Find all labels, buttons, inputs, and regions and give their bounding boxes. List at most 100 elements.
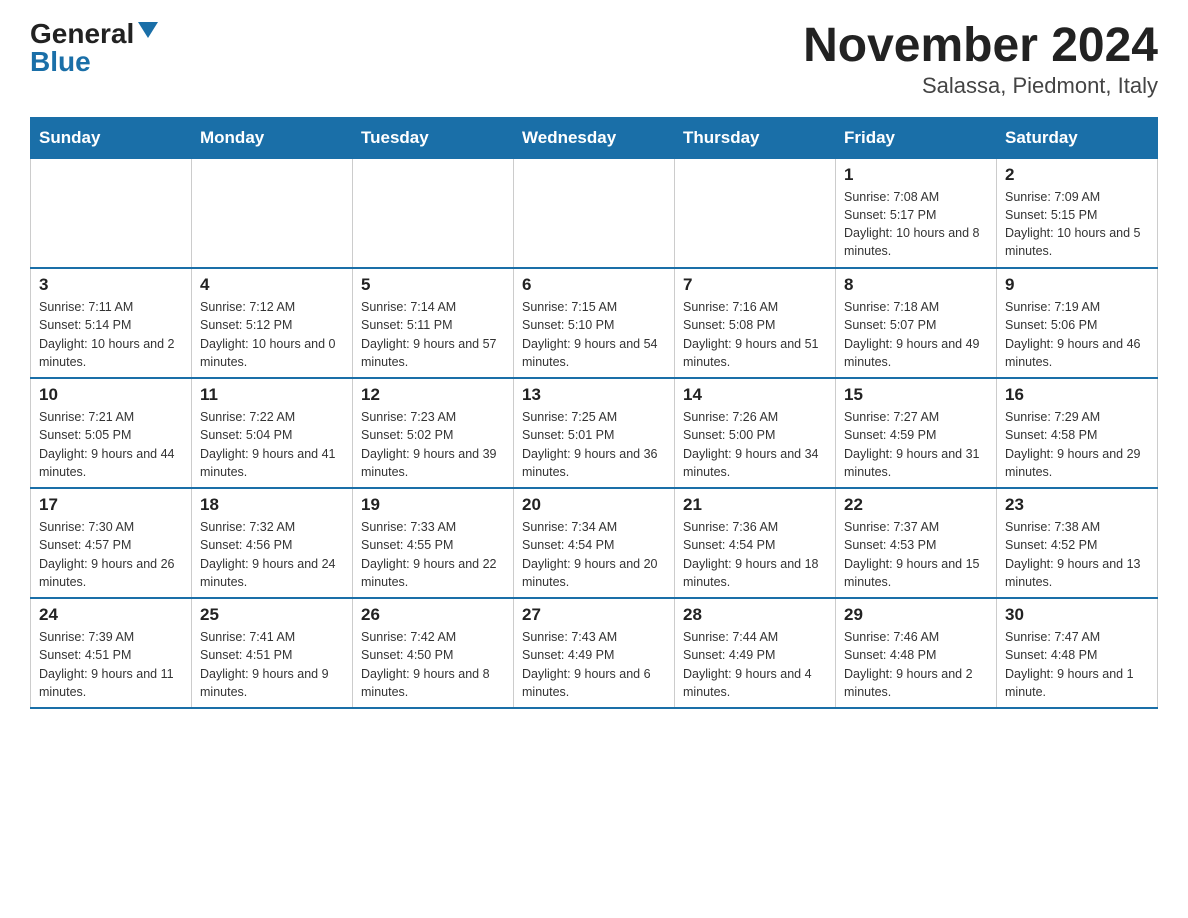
day-info: Sunrise: 7:16 AM Sunset: 5:08 PM Dayligh… (683, 298, 827, 371)
day-info: Sunrise: 7:30 AM Sunset: 4:57 PM Dayligh… (39, 518, 183, 591)
day-number: 6 (522, 275, 666, 295)
day-number: 12 (361, 385, 505, 405)
calendar-title-block: November 2024 Salassa, Piedmont, Italy (803, 20, 1158, 99)
calendar-cell: 17 Sunrise: 7:30 AM Sunset: 4:57 PM Dayli… (31, 488, 192, 598)
calendar-cell: 8 Sunrise: 7:18 AM Sunset: 5:07 PM Daylig… (836, 268, 997, 378)
calendar-cell: 7Sunrise: 7:16 AM Sunset: 5:08 PM Daylig… (675, 268, 836, 378)
day-number: 20 (522, 495, 666, 515)
calendar-cell: 14Sunrise: 7:26 AM Sunset: 5:00 PM Dayli… (675, 378, 836, 488)
calendar-cell: 26 Sunrise: 7:42 AM Sunset: 4:50 PM Dayli… (353, 598, 514, 708)
calendar-cell (675, 158, 836, 268)
day-info: Sunrise: 7:33 AM Sunset: 4:55 PM Dayligh… (361, 518, 505, 591)
calendar-table: SundayMondayTuesdayWednesdayThursdayFrid… (30, 117, 1158, 710)
day-number: 13 (522, 385, 666, 405)
page-header: General Blue November 2024 Salassa, Pied… (30, 20, 1158, 99)
day-number: 8 (844, 275, 988, 295)
day-number: 16 (1005, 385, 1149, 405)
calendar-cell: 28 Sunrise: 7:44 AM Sunset: 4:49 PM Dayli… (675, 598, 836, 708)
day-info: Sunrise: 7:12 AM Sunset: 5:12 PM Dayligh… (200, 298, 344, 371)
calendar-cell: 13 Sunrise: 7:25 AM Sunset: 5:01 PM Dayli… (514, 378, 675, 488)
calendar-cell: 4 Sunrise: 7:12 AM Sunset: 5:12 PM Daylig… (192, 268, 353, 378)
day-number: 14 (683, 385, 827, 405)
day-number: 3 (39, 275, 183, 295)
logo-blue-text: Blue (30, 48, 91, 76)
day-info: Sunrise: 7:15 AM Sunset: 5:10 PM Dayligh… (522, 298, 666, 371)
logo-general-text: General (30, 20, 134, 48)
logo-triangle-icon (138, 22, 158, 38)
day-info: Sunrise: 7:21 AM Sunset: 5:05 PM Dayligh… (39, 408, 183, 481)
calendar-cell: 24 Sunrise: 7:39 AM Sunset: 4:51 PM Dayli… (31, 598, 192, 708)
day-info: Sunrise: 7:14 AM Sunset: 5:11 PM Dayligh… (361, 298, 505, 371)
day-info: Sunrise: 7:46 AM Sunset: 4:48 PM Dayligh… (844, 628, 988, 701)
day-number: 22 (844, 495, 988, 515)
calendar-cell: 20 Sunrise: 7:34 AM Sunset: 4:54 PM Dayli… (514, 488, 675, 598)
calendar-cell: 29 Sunrise: 7:46 AM Sunset: 4:48 PM Dayli… (836, 598, 997, 708)
calendar-subtitle: Salassa, Piedmont, Italy (803, 73, 1158, 99)
day-info: Sunrise: 7:42 AM Sunset: 4:50 PM Dayligh… (361, 628, 505, 701)
calendar-cell: 30Sunrise: 7:47 AM Sunset: 4:48 PM Dayli… (997, 598, 1158, 708)
week-row-1: 1 Sunrise: 7:08 AM Sunset: 5:17 PM Daylig… (31, 158, 1158, 268)
day-info: Sunrise: 7:25 AM Sunset: 5:01 PM Dayligh… (522, 408, 666, 481)
calendar-cell: 18 Sunrise: 7:32 AM Sunset: 4:56 PM Dayli… (192, 488, 353, 598)
calendar-cell: 12 Sunrise: 7:23 AM Sunset: 5:02 PM Dayli… (353, 378, 514, 488)
day-info: Sunrise: 7:36 AM Sunset: 4:54 PM Dayligh… (683, 518, 827, 591)
day-info: Sunrise: 7:09 AM Sunset: 5:15 PM Dayligh… (1005, 188, 1149, 261)
day-number: 25 (200, 605, 344, 625)
day-info: Sunrise: 7:08 AM Sunset: 5:17 PM Dayligh… (844, 188, 988, 261)
day-info: Sunrise: 7:11 AM Sunset: 5:14 PM Dayligh… (39, 298, 183, 371)
day-info: Sunrise: 7:19 AM Sunset: 5:06 PM Dayligh… (1005, 298, 1149, 371)
day-info: Sunrise: 7:39 AM Sunset: 4:51 PM Dayligh… (39, 628, 183, 701)
calendar-cell: 19 Sunrise: 7:33 AM Sunset: 4:55 PM Dayli… (353, 488, 514, 598)
day-number: 19 (361, 495, 505, 515)
calendar-cell: 21 Sunrise: 7:36 AM Sunset: 4:54 PM Dayli… (675, 488, 836, 598)
calendar-cell: 23Sunrise: 7:38 AM Sunset: 4:52 PM Dayli… (997, 488, 1158, 598)
calendar-cell: 1 Sunrise: 7:08 AM Sunset: 5:17 PM Daylig… (836, 158, 997, 268)
day-info: Sunrise: 7:38 AM Sunset: 4:52 PM Dayligh… (1005, 518, 1149, 591)
logo: General Blue (30, 20, 158, 76)
day-info: Sunrise: 7:43 AM Sunset: 4:49 PM Dayligh… (522, 628, 666, 701)
week-row-3: 10 Sunrise: 7:21 AM Sunset: 5:05 PM Dayli… (31, 378, 1158, 488)
day-number: 4 (200, 275, 344, 295)
weekday-header-sunday: Sunday (31, 117, 192, 158)
calendar-title: November 2024 (803, 20, 1158, 73)
calendar-cell (514, 158, 675, 268)
day-info: Sunrise: 7:23 AM Sunset: 5:02 PM Dayligh… (361, 408, 505, 481)
weekday-header-friday: Friday (836, 117, 997, 158)
day-number: 9 (1005, 275, 1149, 295)
calendar-cell (31, 158, 192, 268)
day-info: Sunrise: 7:32 AM Sunset: 4:56 PM Dayligh… (200, 518, 344, 591)
day-number: 30 (1005, 605, 1149, 625)
day-info: Sunrise: 7:27 AM Sunset: 4:59 PM Dayligh… (844, 408, 988, 481)
day-info: Sunrise: 7:34 AM Sunset: 4:54 PM Dayligh… (522, 518, 666, 591)
weekday-header-wednesday: Wednesday (514, 117, 675, 158)
day-number: 5 (361, 275, 505, 295)
day-number: 17 (39, 495, 183, 515)
weekday-header-monday: Monday (192, 117, 353, 158)
calendar-cell: 11 Sunrise: 7:22 AM Sunset: 5:04 PM Dayli… (192, 378, 353, 488)
day-number: 21 (683, 495, 827, 515)
day-info: Sunrise: 7:29 AM Sunset: 4:58 PM Dayligh… (1005, 408, 1149, 481)
day-info: Sunrise: 7:44 AM Sunset: 4:49 PM Dayligh… (683, 628, 827, 701)
calendar-cell (353, 158, 514, 268)
day-number: 24 (39, 605, 183, 625)
day-number: 15 (844, 385, 988, 405)
day-number: 11 (200, 385, 344, 405)
day-info: Sunrise: 7:22 AM Sunset: 5:04 PM Dayligh… (200, 408, 344, 481)
day-number: 29 (844, 605, 988, 625)
day-info: Sunrise: 7:37 AM Sunset: 4:53 PM Dayligh… (844, 518, 988, 591)
calendar-cell: 22 Sunrise: 7:37 AM Sunset: 4:53 PM Dayli… (836, 488, 997, 598)
weekday-header-thursday: Thursday (675, 117, 836, 158)
calendar-cell: 16 Sunrise: 7:29 AM Sunset: 4:58 PM Dayli… (997, 378, 1158, 488)
day-number: 18 (200, 495, 344, 515)
day-info: Sunrise: 7:18 AM Sunset: 5:07 PM Dayligh… (844, 298, 988, 371)
day-number: 1 (844, 165, 988, 185)
day-info: Sunrise: 7:41 AM Sunset: 4:51 PM Dayligh… (200, 628, 344, 701)
day-number: 10 (39, 385, 183, 405)
day-number: 26 (361, 605, 505, 625)
week-row-4: 17 Sunrise: 7:30 AM Sunset: 4:57 PM Dayli… (31, 488, 1158, 598)
calendar-cell: 5 Sunrise: 7:14 AM Sunset: 5:11 PM Daylig… (353, 268, 514, 378)
week-row-5: 24 Sunrise: 7:39 AM Sunset: 4:51 PM Dayli… (31, 598, 1158, 708)
calendar-cell: 10 Sunrise: 7:21 AM Sunset: 5:05 PM Dayli… (31, 378, 192, 488)
week-row-2: 3 Sunrise: 7:11 AM Sunset: 5:14 PM Daylig… (31, 268, 1158, 378)
day-number: 28 (683, 605, 827, 625)
